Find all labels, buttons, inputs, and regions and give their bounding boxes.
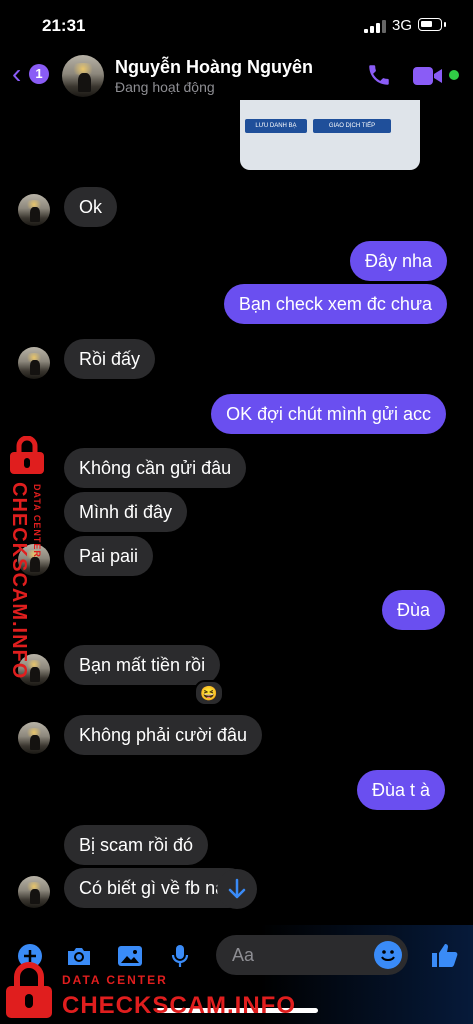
message-outgoing[interactable]: OK đợi chút mình gửi acc: [211, 394, 446, 434]
message-incoming[interactable]: Pai paii: [64, 536, 154, 576]
message-outgoing[interactable]: Đây nha: [349, 241, 447, 281]
reaction-laugh[interactable]: 😆: [194, 680, 224, 706]
gallery-icon[interactable]: [116, 942, 144, 970]
network-type: 3G: [392, 17, 413, 34]
contact-avatar[interactable]: [62, 55, 104, 97]
preview-button-right: GIAO DỊCH TIẾP: [313, 119, 391, 133]
message-incoming[interactable]: Bạn mất tiền rồi: [64, 645, 221, 685]
shared-image-preview[interactable]: LƯU DANH BẠ GIAO DỊCH TIẾP: [240, 100, 420, 170]
watermark-brand-vertical: CHECKSCAM.INFO: [8, 482, 30, 680]
contact-status: Đang hoạt động: [115, 79, 215, 95]
sender-avatar[interactable]: [18, 876, 50, 908]
lock-watermark-icon: [10, 436, 44, 474]
message-incoming[interactable]: Mình đi đây: [64, 492, 188, 532]
preview-button-left: LƯU DANH BẠ: [245, 119, 307, 133]
message-incoming[interactable]: Bị scam rồi đó: [64, 825, 209, 865]
message-outgoing[interactable]: Đùa: [381, 590, 445, 630]
watermark-brand: CHECKSCAM.INFO: [62, 992, 296, 1019]
sender-avatar[interactable]: [18, 194, 50, 226]
message-input-placeholder: Aa: [232, 945, 255, 965]
sender-avatar[interactable]: [18, 347, 50, 379]
microphone-icon[interactable]: [166, 942, 194, 970]
signal-icon: [364, 19, 386, 33]
unread-badge[interactable]: 1: [29, 64, 49, 84]
phone-call-icon[interactable]: [366, 62, 392, 88]
status-bar: 21:31 3G: [0, 0, 473, 48]
watermark-label-vertical: DATA CENTER: [32, 484, 42, 558]
message-outgoing[interactable]: Bạn check xem đc chưa: [223, 284, 447, 324]
online-indicator: [449, 70, 459, 80]
message-outgoing[interactable]: Đùa t à: [356, 770, 445, 810]
emoji-icon[interactable]: [374, 941, 402, 969]
back-button[interactable]: ‹: [12, 60, 21, 88]
message-incoming[interactable]: Không cần gửi đâu: [64, 448, 247, 488]
message-incoming[interactable]: Ok: [64, 187, 118, 227]
arrow-down-icon: [228, 878, 246, 899]
video-call-icon[interactable]: [412, 64, 444, 88]
thumbs-up-icon[interactable]: [429, 940, 459, 970]
watermark-label: DATA CENTER: [62, 973, 168, 987]
sender-avatar[interactable]: [18, 722, 50, 754]
message-incoming[interactable]: Rồi đấy: [64, 339, 156, 379]
contact-name[interactable]: Nguyễn Hoàng Nguyên: [115, 57, 313, 78]
scroll-down-button[interactable]: [217, 869, 257, 909]
lock-watermark-icon: [6, 962, 52, 1018]
camera-icon[interactable]: [65, 942, 93, 970]
battery-icon: [418, 18, 446, 31]
message-incoming[interactable]: Không phải cười đâu: [64, 715, 262, 755]
status-time: 21:31: [42, 16, 86, 35]
